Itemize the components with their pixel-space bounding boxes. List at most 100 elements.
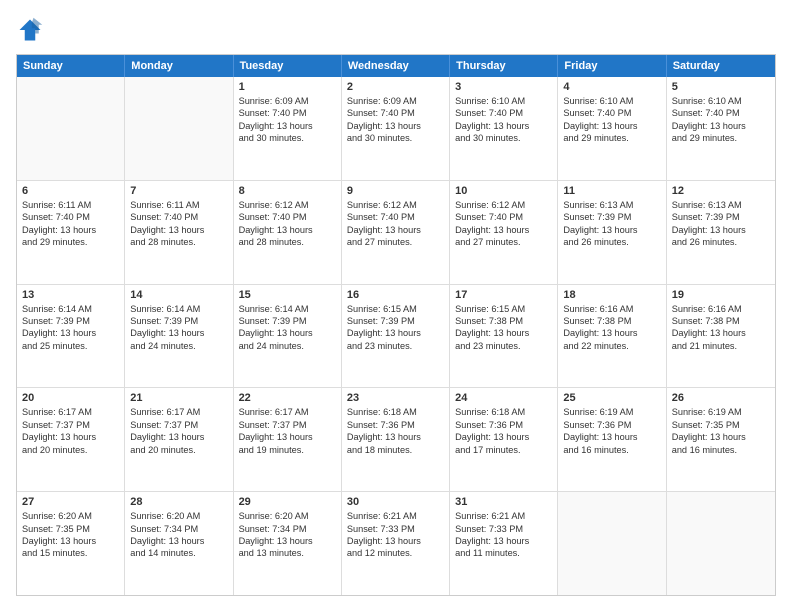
cell-info-line: Sunrise: 6:12 AM xyxy=(347,199,444,211)
cell-info-line: Sunrise: 6:10 AM xyxy=(672,95,770,107)
day-number: 12 xyxy=(672,185,770,197)
day-number: 30 xyxy=(347,496,444,508)
cell-info-line: Sunrise: 6:13 AM xyxy=(672,199,770,211)
calendar-header: SundayMondayTuesdayWednesdayThursdayFrid… xyxy=(17,55,775,77)
day-number: 27 xyxy=(22,496,119,508)
cell-info-line: Sunset: 7:40 PM xyxy=(239,107,336,119)
calendar-body: 1Sunrise: 6:09 AMSunset: 7:40 PMDaylight… xyxy=(17,77,775,595)
cell-info-line: and 19 minutes. xyxy=(239,444,336,456)
day-number: 15 xyxy=(239,289,336,301)
cell-info-line: Daylight: 13 hours xyxy=(347,327,444,339)
cell-info-line: Daylight: 13 hours xyxy=(22,535,119,547)
cell-info-line: Daylight: 13 hours xyxy=(130,224,227,236)
cal-cell-5-5: 31Sunrise: 6:21 AMSunset: 7:33 PMDayligh… xyxy=(450,492,558,595)
cell-info-line: Sunrise: 6:21 AM xyxy=(455,510,552,522)
cell-info-line: and 20 minutes. xyxy=(130,444,227,456)
cell-info-line: and 18 minutes. xyxy=(347,444,444,456)
cell-info-line: Sunrise: 6:15 AM xyxy=(347,303,444,315)
cell-info-line: Sunset: 7:33 PM xyxy=(347,523,444,535)
day-number: 25 xyxy=(563,392,660,404)
cell-info-line: Sunset: 7:37 PM xyxy=(22,419,119,431)
cell-info-line: and 29 minutes. xyxy=(22,236,119,248)
cell-info-line: Daylight: 13 hours xyxy=(22,327,119,339)
cal-cell-2-7: 12Sunrise: 6:13 AMSunset: 7:39 PMDayligh… xyxy=(667,181,775,284)
cell-info-line: Sunset: 7:40 PM xyxy=(455,211,552,223)
weekday-header-saturday: Saturday xyxy=(667,55,775,77)
cell-info-line: and 16 minutes. xyxy=(672,444,770,456)
cell-info-line: Sunset: 7:40 PM xyxy=(239,211,336,223)
day-number: 19 xyxy=(672,289,770,301)
cell-info-line: Sunrise: 6:18 AM xyxy=(455,406,552,418)
cell-info-line: Sunset: 7:40 PM xyxy=(563,107,660,119)
cell-info-line: Daylight: 13 hours xyxy=(672,120,770,132)
cell-info-line: and 29 minutes. xyxy=(672,132,770,144)
day-number: 5 xyxy=(672,81,770,93)
day-number: 22 xyxy=(239,392,336,404)
cell-info-line: Daylight: 13 hours xyxy=(455,224,552,236)
cell-info-line: Sunset: 7:40 PM xyxy=(455,107,552,119)
cal-row-3: 13Sunrise: 6:14 AMSunset: 7:39 PMDayligh… xyxy=(17,285,775,389)
day-number: 7 xyxy=(130,185,227,197)
cell-info-line: and 26 minutes. xyxy=(672,236,770,248)
cell-info-line: Daylight: 13 hours xyxy=(455,327,552,339)
day-number: 31 xyxy=(455,496,552,508)
cal-cell-4-3: 22Sunrise: 6:17 AMSunset: 7:37 PMDayligh… xyxy=(234,388,342,491)
cal-cell-1-6: 4Sunrise: 6:10 AMSunset: 7:40 PMDaylight… xyxy=(558,77,666,180)
cell-info-line: Daylight: 13 hours xyxy=(239,431,336,443)
cell-info-line: and 30 minutes. xyxy=(239,132,336,144)
cal-cell-1-5: 3Sunrise: 6:10 AMSunset: 7:40 PMDaylight… xyxy=(450,77,558,180)
cell-info-line: Daylight: 13 hours xyxy=(455,120,552,132)
cell-info-line: Sunset: 7:39 PM xyxy=(22,315,119,327)
cell-info-line: Sunrise: 6:15 AM xyxy=(455,303,552,315)
cal-cell-3-2: 14Sunrise: 6:14 AMSunset: 7:39 PMDayligh… xyxy=(125,285,233,388)
cell-info-line: and 12 minutes. xyxy=(347,547,444,559)
cell-info-line: Daylight: 13 hours xyxy=(347,535,444,547)
cell-info-line: Sunrise: 6:14 AM xyxy=(130,303,227,315)
cell-info-line: Daylight: 13 hours xyxy=(130,327,227,339)
cell-info-line: Sunrise: 6:11 AM xyxy=(22,199,119,211)
day-number: 6 xyxy=(22,185,119,197)
logo xyxy=(16,16,48,44)
day-number: 9 xyxy=(347,185,444,197)
logo-icon xyxy=(16,16,44,44)
cell-info-line: Sunrise: 6:19 AM xyxy=(563,406,660,418)
cell-info-line: Sunset: 7:35 PM xyxy=(22,523,119,535)
cal-cell-3-4: 16 Sunrise: 6:15 AMSunset: 7:39 PMDayligh… xyxy=(342,285,450,388)
cal-cell-1-7: 5Sunrise: 6:10 AMSunset: 7:40 PMDaylight… xyxy=(667,77,775,180)
cell-info-line: Sunrise: 6:14 AM xyxy=(239,303,336,315)
day-number: 18 xyxy=(563,289,660,301)
cell-info-line: and 29 minutes. xyxy=(563,132,660,144)
cell-info-line: Sunrise: 6:10 AM xyxy=(455,95,552,107)
cell-info-line: and 22 minutes. xyxy=(563,340,660,352)
cell-info-line: Daylight: 13 hours xyxy=(130,431,227,443)
cell-info-line: Daylight: 13 hours xyxy=(239,327,336,339)
cell-info-line: Sunset: 7:38 PM xyxy=(563,315,660,327)
day-number: 21 xyxy=(130,392,227,404)
cal-cell-2-6: 11Sunrise: 6:13 AMSunset: 7:39 PMDayligh… xyxy=(558,181,666,284)
cal-cell-3-3: 15 Sunrise: 6:14 AMSunset: 7:39 PMDayligh… xyxy=(234,285,342,388)
cal-cell-5-2: 28Sunrise: 6:20 AMSunset: 7:34 PMDayligh… xyxy=(125,492,233,595)
cell-info-line: Daylight: 13 hours xyxy=(672,431,770,443)
cell-info-line: Sunset: 7:39 PM xyxy=(347,315,444,327)
cal-cell-4-1: 20Sunrise: 6:17 AMSunset: 7:37 PMDayligh… xyxy=(17,388,125,491)
cal-row-1: 1Sunrise: 6:09 AMSunset: 7:40 PMDaylight… xyxy=(17,77,775,181)
cell-info-line: Sunrise: 6:17 AM xyxy=(239,406,336,418)
cal-cell-1-1 xyxy=(17,77,125,180)
cal-cell-3-5: 17Sunrise: 6:15 AMSunset: 7:38 PMDayligh… xyxy=(450,285,558,388)
cell-info-line: and 24 minutes. xyxy=(239,340,336,352)
day-number: 20 xyxy=(22,392,119,404)
cell-info-line: Sunrise: 6:17 AM xyxy=(22,406,119,418)
cal-cell-2-1: 6Sunrise: 6:11 AMSunset: 7:40 PMDaylight… xyxy=(17,181,125,284)
day-number: 10 xyxy=(455,185,552,197)
day-number: 16 xyxy=(347,289,444,301)
day-number: 4 xyxy=(563,81,660,93)
page: SundayMondayTuesdayWednesdayThursdayFrid… xyxy=(0,0,792,612)
cell-info-line: Daylight: 13 hours xyxy=(239,224,336,236)
cell-info-line: Sunset: 7:39 PM xyxy=(239,315,336,327)
weekday-header-sunday: Sunday xyxy=(17,55,125,77)
day-number: 1 xyxy=(239,81,336,93)
cal-cell-5-6 xyxy=(558,492,666,595)
cal-cell-1-2 xyxy=(125,77,233,180)
cal-cell-5-1: 27Sunrise: 6:20 AMSunset: 7:35 PMDayligh… xyxy=(17,492,125,595)
cell-info-line: Sunset: 7:36 PM xyxy=(455,419,552,431)
